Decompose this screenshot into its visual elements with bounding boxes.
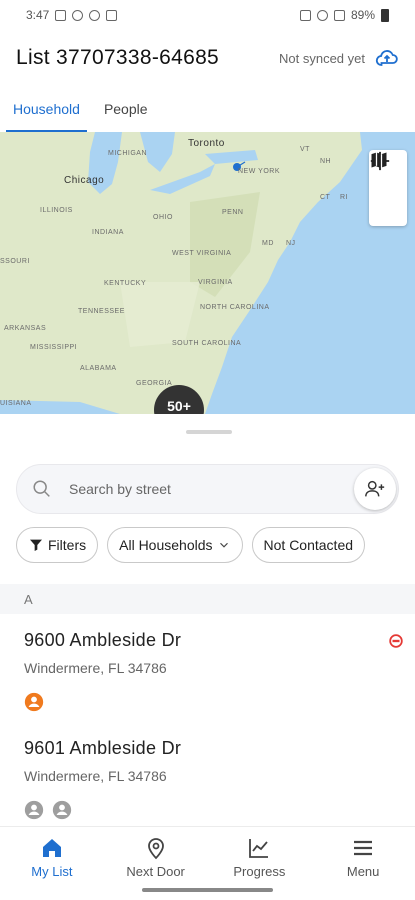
household-row[interactable]: 9600 Ambleside Dr Windermere, FL 34786 — [0, 630, 415, 712]
map-icon — [371, 152, 387, 168]
map-base — [0, 132, 415, 414]
cloud-upload-icon[interactable] — [375, 46, 399, 70]
map-state-vt: VT — [300, 146, 310, 153]
map-state-arkansas: ARKANSAS — [4, 325, 47, 332]
search-input[interactable] — [69, 481, 319, 497]
no-disturb-icon — [106, 9, 118, 21]
households-dropdown-label: All Households — [119, 537, 213, 553]
household-address: 9600 Ambleside Dr — [24, 630, 182, 650]
section-header: A — [0, 584, 415, 614]
app-notification-icon — [89, 9, 101, 21]
map-state-virginia: VIRGINIA — [198, 279, 233, 286]
filter-icon — [30, 539, 42, 551]
household-address: 9601 Ambleside Dr — [24, 738, 182, 758]
battery-icon — [381, 8, 389, 22]
page-title: List 37707338-64685 — [16, 46, 220, 69]
not-contacted-label: Not Contacted — [263, 537, 354, 553]
nav-my-list-label: My List — [31, 864, 73, 879]
not-contacted-filter[interactable]: Not Contacted — [251, 527, 366, 563]
map-state-ct: CT — [320, 194, 331, 201]
vibrate-icon — [299, 9, 311, 21]
home-icon — [42, 839, 61, 857]
tab-people[interactable]: People — [97, 90, 155, 128]
person-icon[interactable] — [52, 800, 72, 820]
map-state-michigan: MICHIGAN — [108, 150, 147, 157]
nav-my-list[interactable]: My List — [0, 827, 104, 900]
battery-level: 89% — [350, 8, 375, 22]
map-state-west-virginia: WEST VIRGINIA — [172, 250, 232, 257]
chart-icon — [249, 839, 269, 858]
image-notification-icon — [55, 9, 67, 21]
nav-menu-label: Menu — [346, 864, 380, 879]
map-controls — [369, 150, 407, 226]
search-icon — [33, 480, 50, 497]
status-time: 3:47 — [26, 8, 50, 22]
household-people — [24, 692, 415, 712]
household-city: Windermere, FL 34786 — [24, 660, 167, 676]
person-icon[interactable] — [24, 692, 44, 712]
minus-circle-icon — [389, 634, 403, 648]
signal-icon — [333, 9, 345, 21]
map-state-illinois: ILLINOIS — [40, 207, 73, 214]
wifi-icon — [316, 9, 328, 21]
add-person-icon — [365, 480, 385, 497]
nav-progress-label: Progress — [233, 864, 286, 879]
filter-chips: Filters All Households Not Contacted — [16, 527, 366, 563]
map-state-mississippi: MISSISSIPPI — [30, 344, 78, 351]
map-view[interactable]: Toronto Chicago MICHIGAN ILLINOIS INDIAN… — [0, 132, 415, 414]
map-state-georgia: GEORGIA — [136, 380, 173, 387]
household-list-sheet: Filters All Households Not Contacted A 9… — [0, 414, 415, 826]
map-city-chicago: Chicago — [64, 175, 105, 186]
map-state-new-york: NEW YORK — [238, 168, 280, 175]
map-city-toronto: Toronto — [188, 138, 225, 149]
household-row[interactable]: 9601 Ambleside Dr Windermere, FL 34786 — [0, 738, 415, 820]
map-state-missouri: SSOURI — [0, 258, 30, 265]
map-state-ohio: OHIO — [153, 214, 173, 221]
sync-status: Not synced yet — [279, 50, 365, 66]
nav-menu[interactable]: Menu — [311, 827, 415, 900]
tab-household[interactable]: Household — [6, 90, 87, 132]
household-city: Windermere, FL 34786 — [24, 768, 167, 784]
map-state-south-carolina: SOUTH CAROLINA — [172, 340, 242, 347]
map-layers-button[interactable] — [369, 152, 407, 226]
person-icon[interactable] — [24, 800, 44, 820]
filters-label: Filters — [48, 537, 87, 553]
map-state-louisiana: UISIANA — [0, 400, 32, 407]
status-bar: 3:47 89% — [0, 0, 415, 30]
nav-next-door-label: Next Door — [126, 864, 185, 879]
search-bar — [16, 464, 399, 514]
map-state-ri: RI — [340, 194, 348, 201]
map-state-nj: NJ — [286, 240, 296, 247]
map-state-md: MD — [262, 240, 274, 247]
households-dropdown[interactable]: All Households — [107, 527, 243, 563]
drag-handle[interactable] — [186, 430, 232, 434]
gesture-bar[interactable] — [142, 888, 273, 892]
tab-bar: Household People — [0, 90, 415, 132]
map-state-indiana: INDIANA — [92, 229, 124, 236]
map-state-kentucky: KENTUCKY — [104, 280, 147, 287]
map-state-penn: PENN — [222, 209, 244, 216]
chevron-down-icon — [219, 542, 228, 548]
add-person-button[interactable] — [354, 468, 396, 510]
map-state-tennessee: TENNESSEE — [78, 308, 125, 315]
app-notification-icon — [72, 9, 84, 21]
map-state-nh: NH — [320, 158, 332, 165]
map-state-alabama: ALABAMA — [80, 365, 117, 372]
location-pin-icon — [147, 838, 164, 860]
map-state-north-carolina: NORTH CAROLINA — [200, 304, 270, 311]
menu-icon — [354, 840, 373, 856]
filters-button[interactable]: Filters — [16, 527, 99, 563]
app-header: List 37707338-64685 Not synced yet — [0, 36, 415, 80]
household-people — [24, 800, 415, 820]
